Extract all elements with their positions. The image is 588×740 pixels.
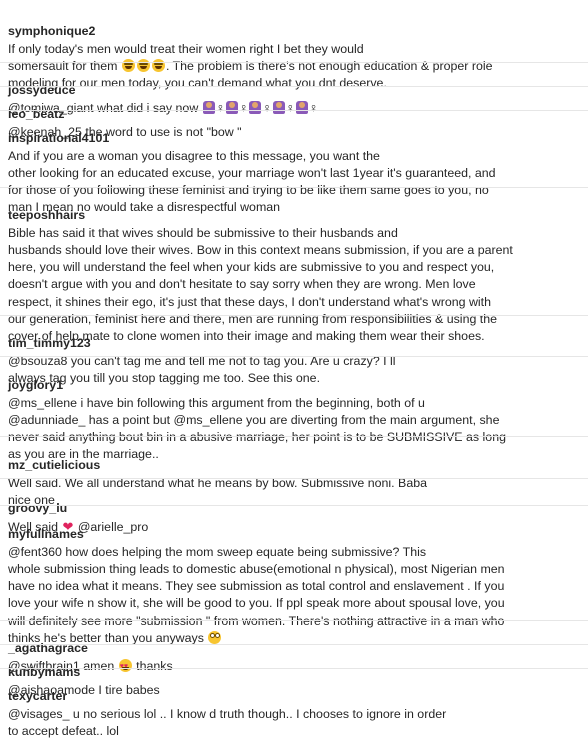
divider — [0, 315, 588, 316]
comment-text: @visages_ u no serious lol .. I know d t… — [8, 706, 447, 738]
divider — [0, 644, 588, 645]
comment-username[interactable]: teeposhhairs — [8, 208, 85, 222]
divider — [0, 620, 588, 621]
divider — [0, 668, 588, 669]
comment-username[interactable]: texycarter — [8, 689, 67, 703]
comment-username[interactable]: myfullnames — [8, 527, 84, 541]
divider — [0, 356, 588, 357]
comment-item: texycarter @visages_ u no serious lol ..… — [8, 671, 580, 740]
comment-username[interactable]: joyglory1 — [8, 378, 63, 392]
comment-feed: symphonique2 If only today's men would t… — [0, 0, 588, 738]
comment-username[interactable]: symphonique2 — [8, 24, 95, 38]
divider — [0, 86, 588, 87]
divider — [0, 62, 588, 63]
comment-username[interactable]: tim_timmy123 — [8, 336, 91, 350]
divider — [0, 187, 588, 188]
divider — [0, 110, 588, 111]
divider — [0, 478, 588, 479]
divider — [0, 505, 588, 506]
comment-username[interactable]: inspirational4101 — [8, 131, 109, 145]
comment-username[interactable]: mz_cutielicious — [8, 458, 100, 472]
divider — [0, 436, 588, 437]
